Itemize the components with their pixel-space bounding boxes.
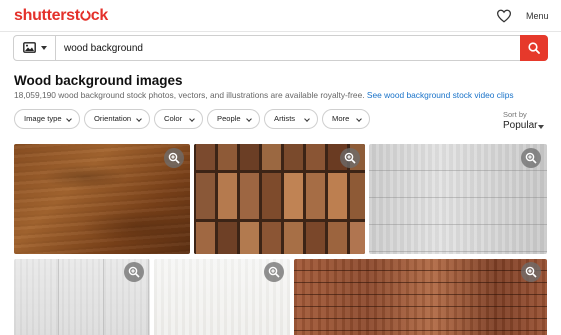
- image-icon: [23, 42, 36, 53]
- heart-icon[interactable]: [496, 9, 512, 23]
- shutterstock-logo[interactable]: shutterst ck: [14, 7, 108, 25]
- filter-label: Orientation: [94, 114, 132, 123]
- image-result[interactable]: [14, 259, 150, 335]
- chevron-down-icon: [304, 116, 310, 122]
- zoom-in-icon[interactable]: [521, 148, 541, 168]
- zoom-in-icon[interactable]: [164, 148, 184, 168]
- search-button[interactable]: [520, 35, 548, 61]
- search-icon: [528, 42, 540, 54]
- zoom-in-icon[interactable]: [340, 148, 360, 168]
- logo-text: shutter: [14, 7, 67, 24]
- filter-label: People: [217, 114, 241, 123]
- search-input[interactable]: [64, 40, 484, 56]
- sort-label: Sort by: [503, 110, 527, 119]
- zoom-in-icon[interactable]: [521, 262, 541, 282]
- image-type-selector[interactable]: [14, 36, 56, 60]
- image-result[interactable]: [369, 144, 547, 254]
- filter-label: Color: [164, 114, 183, 123]
- filter-label: Image type: [24, 114, 62, 123]
- filter-orientation[interactable]: Orientation: [84, 109, 150, 129]
- logo-text: st: [66, 7, 80, 24]
- logo-text: ck: [90, 7, 109, 24]
- filter-label: More: [332, 114, 350, 123]
- chevron-down-icon: [356, 116, 362, 122]
- search-bar: [13, 35, 548, 61]
- chevron-down-icon: [66, 116, 72, 122]
- results-count-text: 18,059,190 wood background stock photos,…: [14, 90, 365, 100]
- chevron-down-icon[interactable]: [538, 125, 544, 129]
- image-result[interactable]: [294, 259, 547, 335]
- logo-o-icon: [80, 10, 91, 21]
- filter-artists[interactable]: Artists: [264, 109, 318, 129]
- video-clips-link[interactable]: See wood background stock video clips: [367, 90, 514, 100]
- results-count: 18,059,190 wood background stock photos,…: [14, 90, 514, 100]
- top-bar: shutterst ck Menu: [0, 0, 561, 32]
- filter-more[interactable]: More: [322, 109, 370, 129]
- zoom-in-icon[interactable]: [124, 262, 144, 282]
- image-result[interactable]: [194, 144, 365, 254]
- filter-label: Artists: [274, 114, 296, 123]
- sort-dropdown[interactable]: Popular: [503, 120, 537, 131]
- image-result[interactable]: [14, 144, 190, 254]
- chevron-down-icon: [136, 116, 142, 122]
- chevron-down-icon: [246, 116, 252, 122]
- chevron-down-icon: [41, 46, 47, 50]
- zoom-in-icon[interactable]: [264, 262, 284, 282]
- filter-color[interactable]: Color: [154, 109, 203, 129]
- menu-button[interactable]: Menu: [526, 11, 549, 21]
- image-result[interactable]: [154, 259, 290, 335]
- filter-image-type[interactable]: Image type: [14, 109, 80, 129]
- page-title: Wood background images: [14, 73, 183, 88]
- chevron-down-icon: [189, 116, 195, 122]
- filter-people[interactable]: People: [207, 109, 260, 129]
